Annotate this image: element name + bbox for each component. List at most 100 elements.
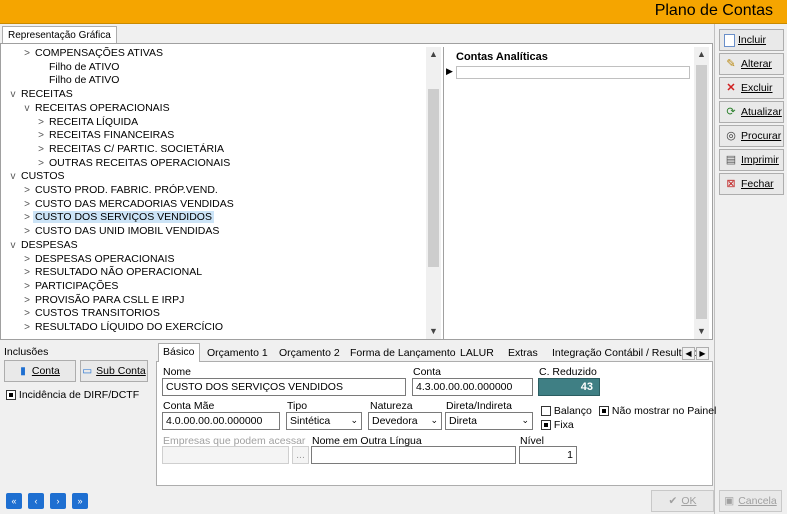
prev-record-icon[interactable]: ‹	[28, 493, 44, 509]
dirf-checkbox[interactable]	[6, 390, 16, 401]
tree-item[interactable]: > CUSTO DOS SERVIÇOS VENDIDOS	[21, 211, 214, 224]
imprimir-button[interactable]: ▤ Imprimir	[719, 149, 784, 171]
contamae-input[interactable]: 4.0.00.00.00.000000	[162, 412, 280, 430]
ok-button[interactable]: ✔ OK	[651, 490, 714, 512]
tree-item[interactable]: > CUSTO DAS MERCADORIAS VENDIDAS	[21, 198, 236, 211]
tab-forma-de-lancamento[interactable]: Forma de Lançamento	[346, 345, 460, 362]
tab-extras[interactable]: Extras	[504, 345, 542, 362]
chevron-down-icon[interactable]: v	[7, 239, 19, 252]
tab-orcamento-1[interactable]: Orçamento 1	[203, 345, 272, 362]
tree-item[interactable]: > DESPESAS OPERACIONAIS	[21, 253, 176, 266]
procurar-button[interactable]: ◎ Procurar	[719, 125, 784, 147]
chevron-right-icon[interactable]: >	[21, 184, 33, 197]
scroll-up-icon[interactable]: ▲	[694, 47, 709, 62]
footer-bar: « ‹ › » ✔ OK	[0, 486, 714, 514]
delete-x-icon: ✕	[726, 82, 736, 94]
empresas-browse-button: ...	[292, 446, 309, 464]
direta-select[interactable]: Direta ⌄	[445, 412, 533, 430]
add-conta-button[interactable]: ▮ Conta	[4, 360, 76, 382]
action-sidebar: Incluir ✎ Alterar ✕ Excluir ⟳ Atualizar …	[714, 24, 787, 514]
tree-item[interactable]: Filho de ATIVO	[35, 61, 121, 74]
contamae-label: Conta Mãe	[163, 400, 215, 412]
natureza-label: Natureza	[370, 400, 413, 412]
tab-basico[interactable]: Básico	[158, 343, 200, 363]
chevron-right-icon[interactable]: >	[21, 253, 33, 266]
incluir-button[interactable]: Incluir	[719, 29, 784, 51]
excluir-button[interactable]: ✕ Excluir	[719, 77, 784, 99]
tree-item[interactable]: > RECEITAS FINANCEIRAS	[35, 129, 176, 142]
tree-item-label: DESPESAS OPERACIONAIS	[35, 252, 175, 265]
empresas-input	[162, 446, 289, 464]
chevron-down-icon[interactable]: v	[21, 102, 33, 115]
chevron-right-icon[interactable]: >	[35, 129, 47, 142]
tipo-select[interactable]: Sintética ⌄	[286, 412, 362, 430]
last-record-icon[interactable]: »	[72, 493, 88, 509]
fixa-checkbox-row[interactable]: Fixa	[541, 419, 574, 431]
dirf-checkbox-row[interactable]: Incidência de DIRF/DCTF	[6, 389, 139, 401]
tree-item[interactable]: > RESULTADO NÃO OPERACIONAL	[21, 266, 204, 279]
tab-orcamento-2[interactable]: Orçamento 2	[275, 345, 344, 362]
chevron-right-icon[interactable]: >	[21, 266, 33, 279]
chevron-right-icon[interactable]: >	[35, 116, 47, 129]
balanco-checkbox-row[interactable]: Balanço	[541, 405, 592, 417]
chevron-right-icon[interactable]: >	[35, 143, 47, 156]
tree-item[interactable]: Filho de ATIVO	[35, 74, 121, 87]
tree-item[interactable]: v CUSTOS	[7, 170, 67, 183]
creduzido-input[interactable]: 43	[538, 378, 600, 396]
chevron-down-icon[interactable]: v	[7, 170, 19, 183]
tree-scrollbar[interactable]: ▲ ▼	[426, 47, 441, 339]
cancela-button[interactable]: ▣ Cancela	[719, 490, 782, 512]
tree-item[interactable]: > PARTICIPAÇÕES	[21, 280, 120, 293]
scroll-thumb[interactable]	[428, 89, 439, 267]
tree-item[interactable]: > OUTRAS RECEITAS OPERACIONAIS	[35, 157, 232, 170]
next-record-icon[interactable]: ›	[50, 493, 66, 509]
scroll-down-icon[interactable]: ▼	[694, 324, 709, 339]
chevron-right-icon[interactable]: >	[21, 198, 33, 211]
nome-input[interactable]: CUSTO DOS SERVIÇOS VENDIDOS	[162, 378, 406, 396]
chevron-right-icon[interactable]: >	[21, 321, 33, 334]
tab-lalur[interactable]: LALUR	[456, 345, 498, 362]
tabs-scroll-left-icon[interactable]: ◀	[682, 347, 695, 360]
tree-item[interactable]: > COMPENSAÇÕES ATIVAS	[21, 47, 165, 60]
tree-item[interactable]: > PROVISÃO PARA CSLL E IRPJ	[21, 294, 186, 307]
atualizar-button[interactable]: ⟳ Atualizar	[719, 101, 784, 123]
scroll-thumb[interactable]	[696, 65, 707, 319]
chevron-right-icon[interactable]: >	[21, 225, 33, 238]
contas-scrollbar[interactable]: ▲ ▼	[694, 47, 709, 339]
tabs-scroll-right-icon[interactable]: ▶	[696, 347, 709, 360]
tree-item[interactable]: v DESPESAS	[7, 239, 80, 252]
chevron-right-icon[interactable]: >	[21, 280, 33, 293]
first-record-icon[interactable]: «	[6, 493, 22, 509]
chevron-down-icon[interactable]: v	[7, 88, 19, 101]
chevron-right-icon[interactable]: >	[21, 294, 33, 307]
conta-input[interactable]: 4.3.00.00.00.000000	[412, 378, 533, 396]
chevron-right-icon[interactable]: >	[21, 307, 33, 320]
natureza-select[interactable]: Devedora ⌄	[368, 412, 442, 430]
contas-analiticas-row[interactable]	[456, 66, 690, 79]
scroll-down-icon[interactable]: ▼	[426, 324, 441, 339]
tab-integracao-contabil[interactable]: Integração Contábil / Resultado	[548, 345, 703, 362]
alterar-button[interactable]: ✎ Alterar	[719, 53, 784, 75]
add-subconta-button[interactable]: ▭ Sub Conta	[80, 360, 148, 382]
account-tree[interactable]: > COMPENSAÇÕES ATIVAS Filho de ATIVO Filho …	[3, 47, 427, 339]
fixa-checkbox[interactable]	[541, 420, 551, 431]
balanco-checkbox[interactable]	[541, 406, 551, 417]
tree-item[interactable]: > RECEITAS C/ PARTIC. SOCIETÁRIA	[35, 143, 226, 156]
tree-item[interactable]: > CUSTO DAS UNID IMOBIL VENDIDAS	[21, 225, 221, 238]
nomeoutra-input[interactable]	[311, 446, 516, 464]
naomostrar-checkbox[interactable]	[599, 406, 609, 417]
naomostrar-checkbox-row[interactable]: Não mostrar no Painel	[599, 405, 716, 417]
chevron-right-icon[interactable]: >	[21, 47, 33, 60]
tree-item[interactable]: > RECEITA LÍQUIDA	[35, 116, 140, 129]
tree-item[interactable]: > CUSTO PROD. FABRIC. PRÓP.VEND.	[21, 184, 220, 197]
tree-item[interactable]: > RESULTADO LÍQUIDO DO EXERCÍCIO	[21, 321, 225, 334]
tree-item[interactable]: v RECEITAS	[7, 88, 75, 101]
window-title: Plano de Contas	[654, 2, 773, 19]
scroll-up-icon[interactable]: ▲	[426, 47, 441, 62]
tree-item[interactable]: v RECEITAS OPERACIONAIS	[21, 102, 172, 115]
chevron-right-icon[interactable]: >	[21, 211, 33, 224]
chevron-right-icon[interactable]: >	[35, 157, 47, 170]
fechar-button[interactable]: ⊠ Fechar	[719, 173, 784, 195]
nivel-input[interactable]: 1	[519, 446, 577, 464]
tree-item[interactable]: > CUSTOS TRANSITORIOS	[21, 307, 162, 320]
